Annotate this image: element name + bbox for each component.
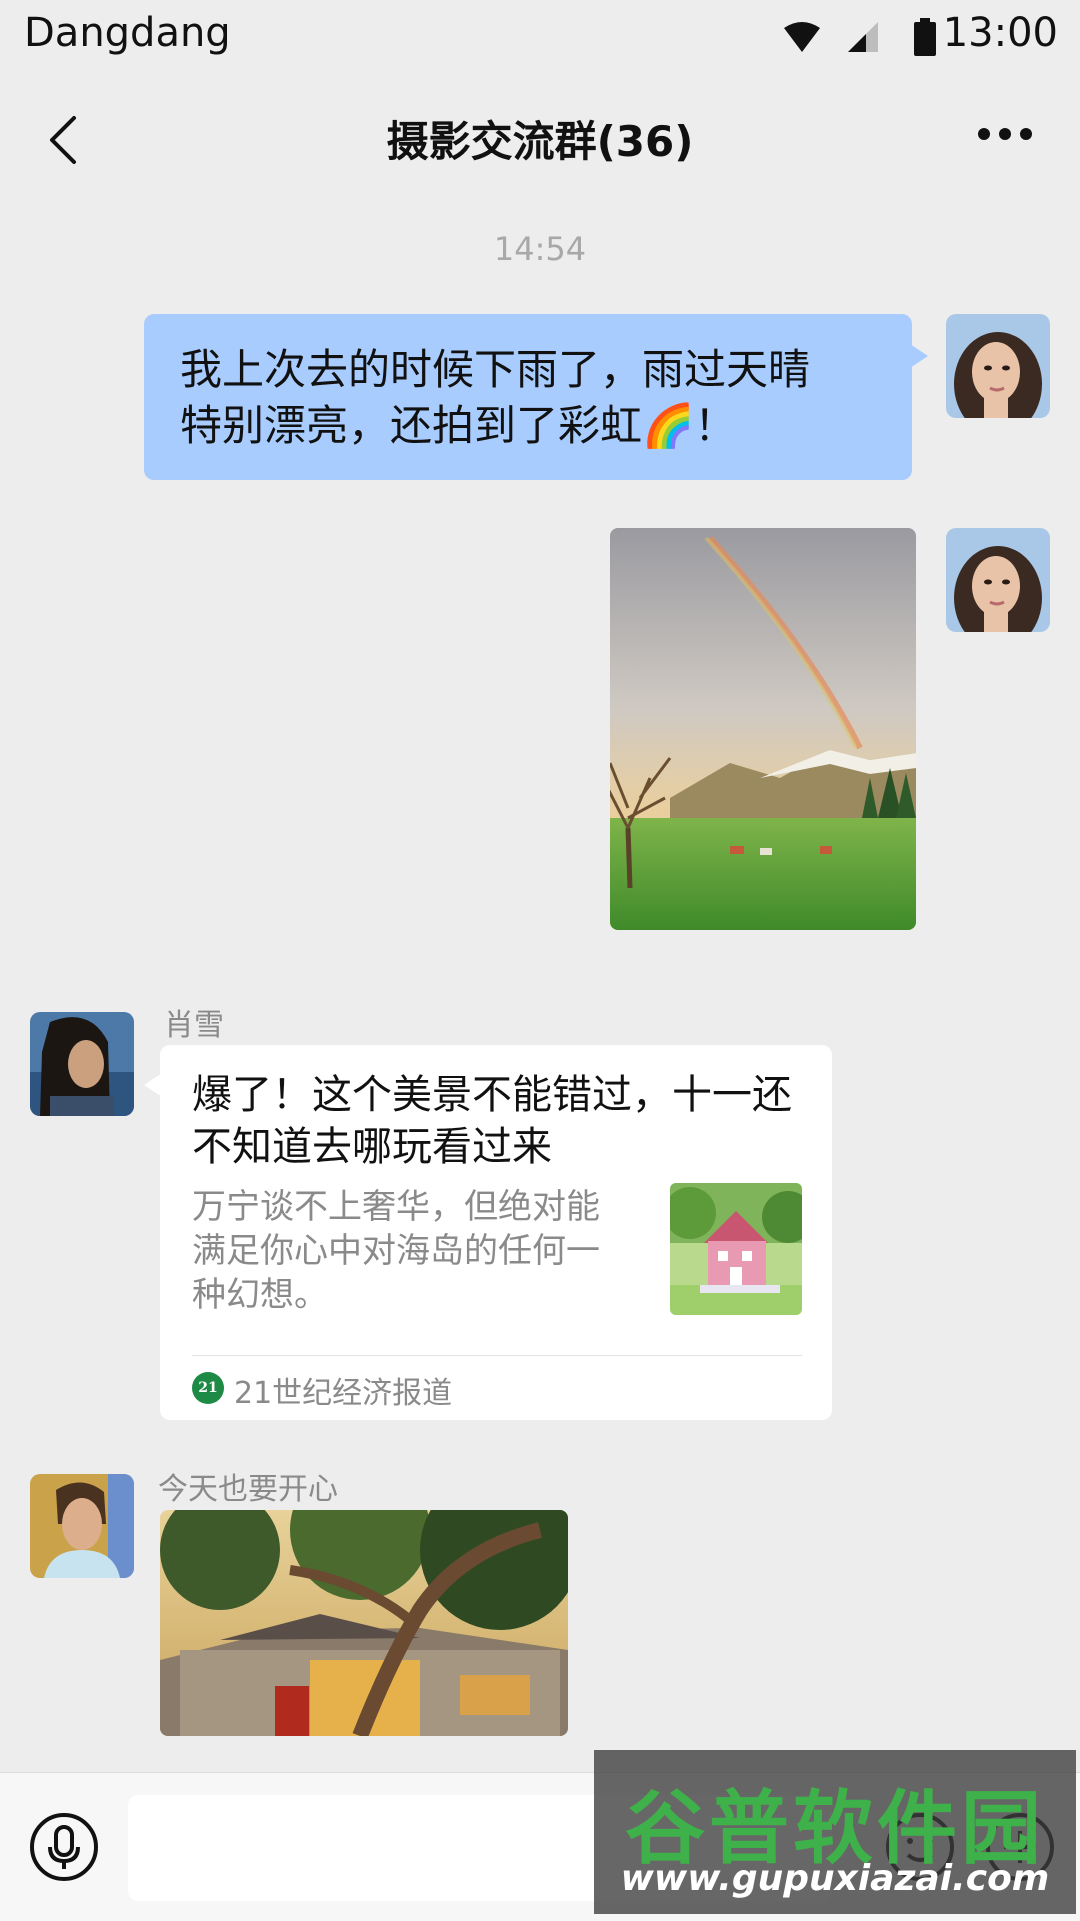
more-icon[interactable]	[976, 124, 1034, 144]
courtyard-tree-photo[interactable]	[160, 1510, 568, 1736]
message-text-line: 特别漂亮，还拍到了彩虹🌈！	[180, 401, 737, 450]
watermark-url: www.gupuxiazai.com	[620, 1858, 1050, 1899]
sender-name: 今天也要开心	[158, 1472, 338, 1507]
battery-icon	[914, 18, 936, 60]
sender-avatar[interactable]	[30, 1012, 134, 1116]
watermark: 谷普软件园 www.gupuxiazai.com	[594, 1750, 1076, 1914]
rainbow-landscape-photo[interactable]	[610, 528, 916, 930]
card-divider	[192, 1355, 802, 1356]
message-timestamp: 14:54	[493, 230, 587, 268]
carrier-name: Dangdang	[24, 10, 231, 56]
sender-avatar[interactable]	[30, 1474, 134, 1578]
clock: 13:00	[942, 10, 1058, 56]
signal-icon	[846, 20, 880, 58]
source-logo: 21	[192, 1372, 224, 1404]
article-title: 爆了！这个美景不能错过，十一还不知道去哪玩看过来	[192, 1072, 792, 1170]
my-avatar[interactable]	[946, 528, 1050, 632]
article-thumbnail	[670, 1183, 802, 1315]
article-description: 万宁谈不上奢华，但绝对能满足你心中对海岛的任何一种幻想。	[192, 1187, 600, 1315]
article-card[interactable]: 爆了！这个美景不能错过，十一还不知道去哪玩看过来 万宁谈不上奢华，但绝对能满足你…	[144, 1045, 832, 1420]
chat-header: 摄影交流群(36)	[0, 72, 1080, 198]
microphone-icon[interactable]	[28, 1811, 100, 1883]
article-source: 21世纪经济报道	[234, 1376, 453, 1411]
wifi-icon	[782, 20, 822, 58]
sender-name: 肖雪	[164, 1008, 224, 1043]
status-bar: Dangdang 13:00	[0, 0, 1080, 72]
my-avatar[interactable]	[946, 314, 1050, 418]
chat-title: 摄影交流群(36)	[386, 117, 694, 166]
message-text-line: 我上次去的时候下雨了，雨过天晴	[180, 345, 811, 394]
my-text-message[interactable]: 我上次去的时候下雨了，雨过天晴 特别漂亮，还拍到了彩虹🌈！	[144, 314, 928, 480]
